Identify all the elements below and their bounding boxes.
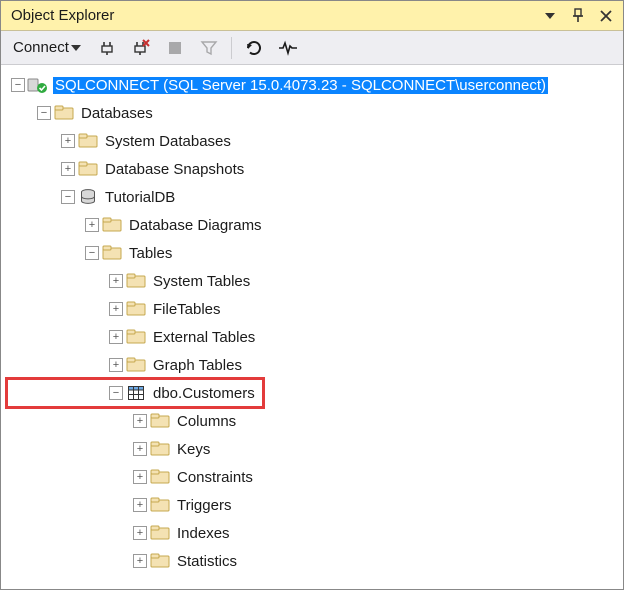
connect-button[interactable]: Connect [9,37,85,58]
tree-columns[interactable]: + Columns [7,407,623,435]
tree-database-diagrams[interactable]: + Database Diagrams [7,211,623,239]
folder-icon [127,301,145,317]
toolbar-separator [231,37,232,59]
tree-system-databases[interactable]: + System Databases [7,127,623,155]
tree-label: Statistics [175,553,239,570]
expand-icon[interactable]: + [109,330,123,344]
folder-icon [127,357,145,373]
collapse-icon[interactable]: − [37,106,51,120]
tree-label: Triggers [175,497,233,514]
tree-label: Constraints [175,469,255,486]
tree-label: Columns [175,413,238,430]
tree-server-root[interactable]: − SQLCONNECT (SQL Server 15.0.4073.23 - … [7,71,623,99]
folder-icon [151,469,169,485]
expand-icon[interactable]: + [109,358,123,372]
collapse-icon[interactable]: − [61,190,75,204]
tree-label: Tables [127,245,174,262]
expand-icon[interactable]: + [109,274,123,288]
expand-icon[interactable]: + [133,414,147,428]
tree-tutorialdb[interactable]: − TutorialDB [7,183,623,211]
database-icon [79,189,97,205]
tree-database-snapshots[interactable]: + Database Snapshots [7,155,623,183]
tree-graph-tables[interactable]: + Graph Tables [7,351,623,379]
expand-icon[interactable]: + [133,470,147,484]
folder-icon [79,161,97,177]
toolbar: Connect [1,31,623,65]
window-controls [533,5,617,27]
expand-icon[interactable]: + [61,162,75,176]
tree-databases[interactable]: − Databases [7,99,623,127]
folder-icon [127,273,145,289]
folder-icon [103,245,121,261]
pin-button[interactable] [567,5,589,27]
expand-icon[interactable]: + [85,218,99,232]
folder-icon [103,217,121,233]
folder-icon [55,105,73,121]
tree-dbo-customers[interactable]: − dbo.Customers [7,379,263,407]
folder-icon [151,553,169,569]
tree-tables[interactable]: − Tables [7,239,623,267]
tree-label: Graph Tables [151,357,244,374]
refresh-icon[interactable] [242,36,266,60]
collapse-icon[interactable]: − [85,246,99,260]
folder-icon [151,525,169,541]
tree-triggers[interactable]: + Triggers [7,491,623,519]
tree-label: FileTables [151,301,223,318]
tree-system-tables[interactable]: + System Tables [7,267,623,295]
tree-label: Databases [79,105,155,122]
server-connected-icon [29,77,47,93]
close-button[interactable] [595,5,617,27]
tree-statistics[interactable]: + Statistics [7,547,623,575]
tree-label: Database Diagrams [127,217,264,234]
tree-indexes[interactable]: + Indexes [7,519,623,547]
expand-icon[interactable]: + [61,134,75,148]
expand-icon[interactable]: + [133,526,147,540]
window-position-button[interactable] [539,5,561,27]
tree-label: System Databases [103,133,233,150]
expand-icon[interactable]: + [133,554,147,568]
folder-icon [79,133,97,149]
panel-titlebar: Object Explorer [1,1,623,31]
tree-external-tables[interactable]: + External Tables [7,323,623,351]
table-icon [127,385,145,401]
panel-title: Object Explorer [11,7,533,24]
tree-label: dbo.Customers [151,385,257,402]
expand-icon[interactable]: + [109,302,123,316]
tree-label: Keys [175,441,212,458]
tree-label: Database Snapshots [103,161,246,178]
chevron-down-icon [71,43,81,53]
collapse-icon[interactable]: − [109,386,123,400]
tree-label: System Tables [151,273,252,290]
expand-icon[interactable]: + [133,498,147,512]
tree-label: TutorialDB [103,189,177,206]
tree-filetables[interactable]: + FileTables [7,295,623,323]
tree-label: External Tables [151,329,257,346]
filter-icon [197,36,221,60]
expand-icon[interactable]: + [133,442,147,456]
tree-label: SQLCONNECT (SQL Server 15.0.4073.23 - SQ… [53,77,548,94]
folder-icon [151,497,169,513]
tree-view[interactable]: − SQLCONNECT (SQL Server 15.0.4073.23 - … [1,65,623,581]
folder-icon [151,441,169,457]
disconnect-plug-icon[interactable] [129,36,153,60]
folder-icon [151,413,169,429]
tree-label: Indexes [175,525,232,542]
tree-keys[interactable]: + Keys [7,435,623,463]
stop-icon [163,36,187,60]
connect-plug-icon[interactable] [95,36,119,60]
tree-constraints[interactable]: + Constraints [7,463,623,491]
activity-monitor-icon[interactable] [276,36,300,60]
folder-icon [127,329,145,345]
collapse-icon[interactable]: − [11,78,25,92]
connect-label: Connect [13,39,69,56]
